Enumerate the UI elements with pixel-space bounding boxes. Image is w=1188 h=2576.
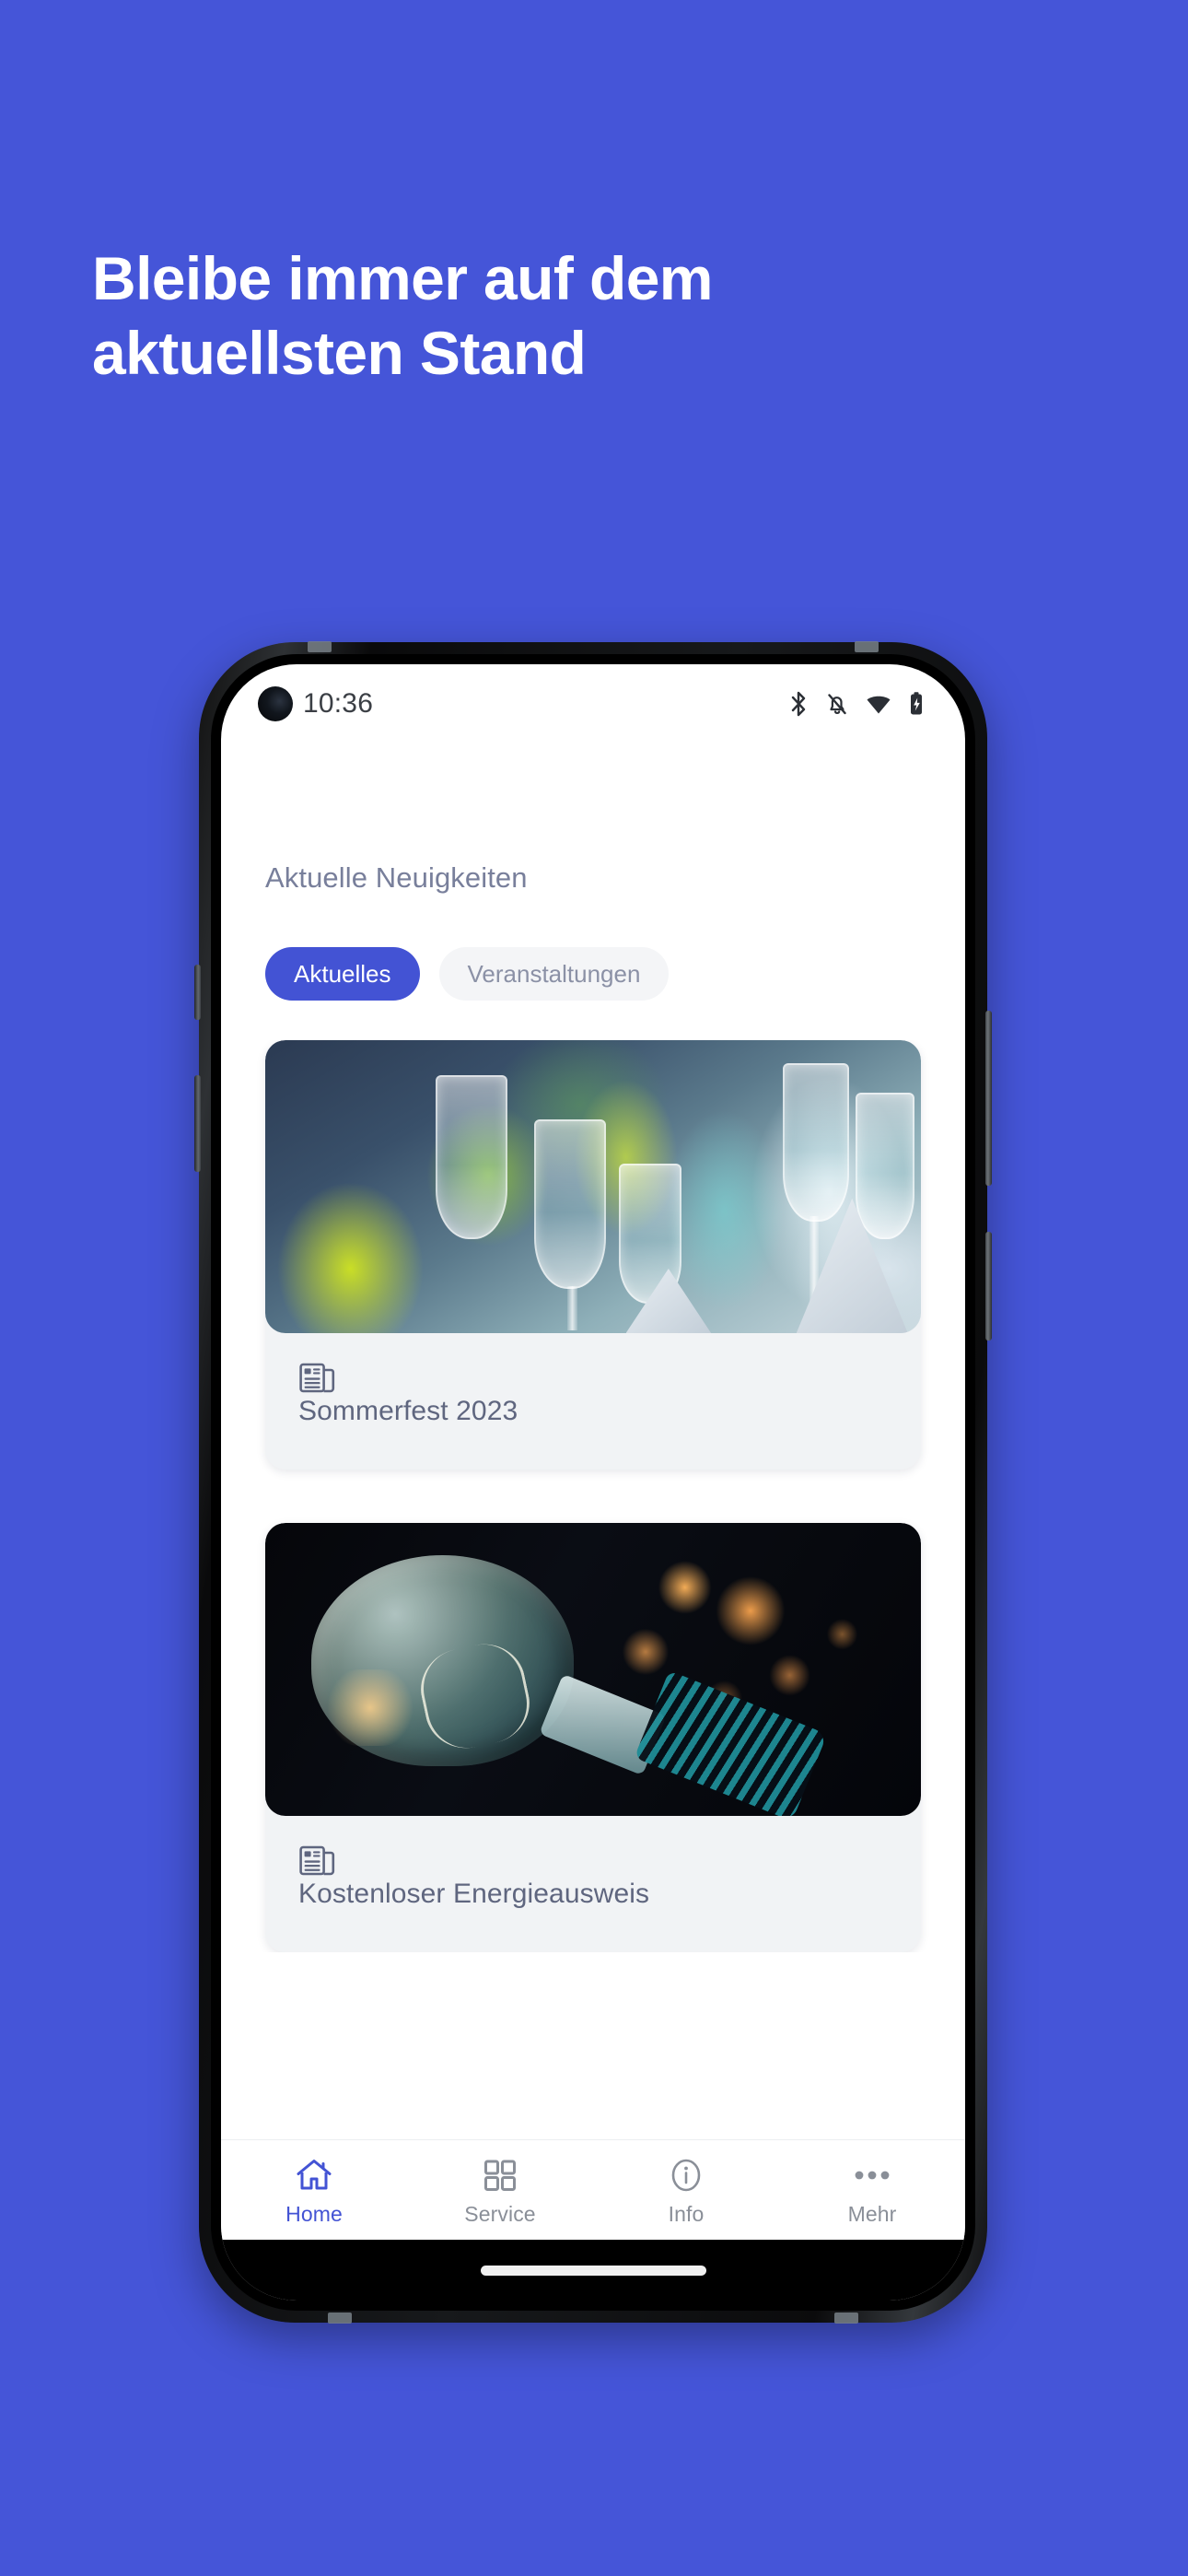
info-icon xyxy=(668,2157,705,2194)
news-card[interactable]: Kostenloser Energieausweis xyxy=(265,1523,921,1952)
nav-item-home[interactable]: Home xyxy=(221,2157,407,2227)
nav-label-info: Info xyxy=(668,2202,705,2226)
more-dots-icon xyxy=(850,2157,894,2194)
side-button-left-upper[interactable] xyxy=(194,965,201,1020)
news-card[interactable]: Sommerfest 2023 xyxy=(265,1040,921,1469)
nav-item-mehr[interactable]: Mehr xyxy=(779,2157,965,2227)
news-card-list: Sommerfest 2023 Kostenloser Energieauswe… xyxy=(221,1040,965,1952)
power-button[interactable] xyxy=(985,1232,992,1341)
antenna-line-top-right xyxy=(855,641,879,652)
app-content: Aktuelle Neuigkeiten Aktuelles Veranstal… xyxy=(221,744,965,2139)
page-title: Aktuelle Neuigkeiten xyxy=(265,861,528,894)
news-card-image-sommerfest xyxy=(265,1040,921,1333)
tab-veranstaltungen[interactable]: Veranstaltungen xyxy=(438,947,670,1001)
nav-item-info[interactable]: Info xyxy=(593,2157,779,2227)
wifi-icon xyxy=(865,690,892,718)
home-icon xyxy=(295,2157,333,2194)
promo-headline-line-1: Bleibe immer auf dem xyxy=(92,244,713,312)
promo-headline: Bleibe immer auf dem aktuellsten Stand xyxy=(92,241,921,390)
side-button-left-lower[interactable] xyxy=(194,1075,201,1172)
news-card-title: Sommerfest 2023 xyxy=(298,1396,518,1426)
notifications-muted-icon xyxy=(825,690,849,718)
news-card-body: Kostenloser Energieausweis xyxy=(265,1816,921,1952)
bluetooth-icon xyxy=(787,690,809,718)
grid-icon xyxy=(482,2157,518,2194)
nav-item-service[interactable]: Service xyxy=(407,2157,593,2227)
news-card-title: Kostenloser Energieausweis xyxy=(298,1879,650,1909)
news-tabs: Aktuelles Veranstaltungen xyxy=(265,947,965,1001)
bottom-navigation: Home Service Info Mehr xyxy=(221,2139,965,2240)
status-bar-clock: 10:36 xyxy=(303,688,374,719)
antenna-line-bottom-right xyxy=(834,2313,858,2324)
status-bar-icons xyxy=(787,690,925,718)
phone-screen: 10:36 Aktuelle Neuigkeiten Aktuelles Ver… xyxy=(221,664,965,2301)
antenna-line-top-left xyxy=(308,641,332,652)
nav-label-mehr: Mehr xyxy=(847,2202,897,2226)
phone-bezel: 10:36 Aktuelle Neuigkeiten Aktuelles Ver… xyxy=(211,654,975,2311)
promo-headline-line-2: aktuellsten Stand xyxy=(92,318,587,387)
news-card-body: Sommerfest 2023 xyxy=(265,1333,921,1469)
nav-label-home: Home xyxy=(285,2202,343,2226)
status-bar: 10:36 xyxy=(221,664,965,744)
volume-button[interactable] xyxy=(985,1011,992,1186)
gesture-area xyxy=(221,2240,965,2301)
tab-aktuelles[interactable]: Aktuelles xyxy=(265,947,420,1001)
news-card-image-energieausweis xyxy=(265,1523,921,1816)
battery-charging-icon xyxy=(908,690,925,718)
phone-mockup: 10:36 Aktuelle Neuigkeiten Aktuelles Ver… xyxy=(194,641,992,2324)
home-indicator[interactable] xyxy=(480,2265,706,2276)
nav-label-service: Service xyxy=(464,2202,536,2226)
newspaper-icon xyxy=(298,1844,888,1879)
front-camera-punch-hole xyxy=(258,686,293,721)
antenna-line-bottom-left xyxy=(328,2313,352,2324)
newspaper-icon xyxy=(298,1361,888,1396)
